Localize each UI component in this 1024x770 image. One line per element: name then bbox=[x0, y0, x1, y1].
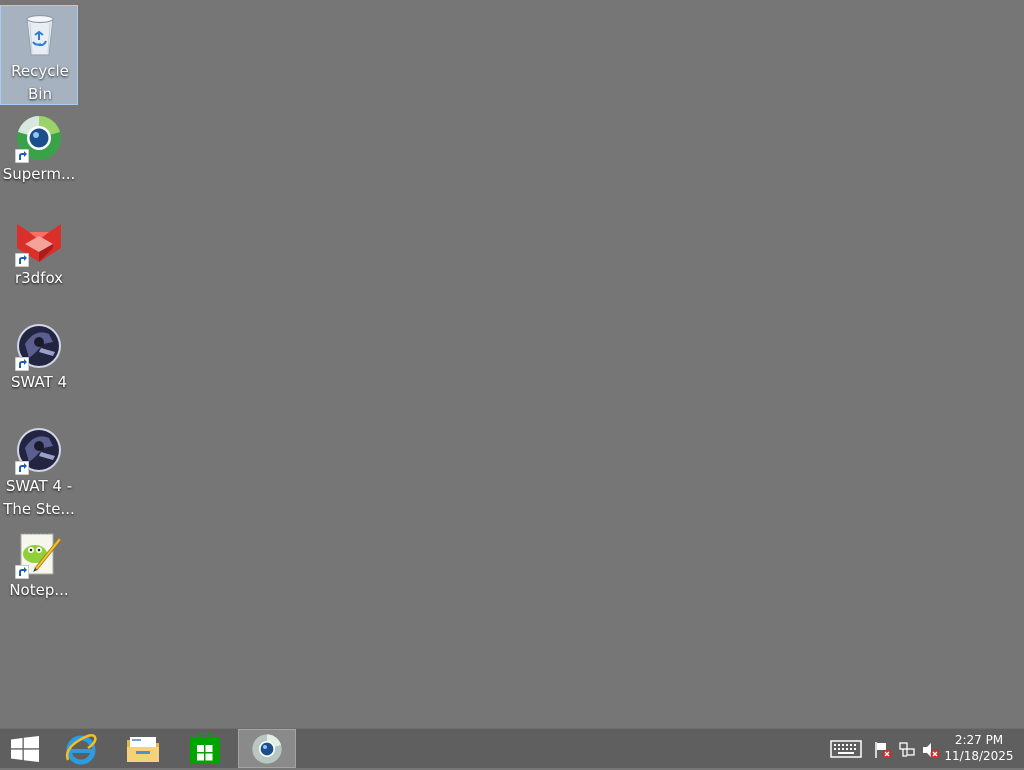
shortcut-arrow-icon bbox=[14, 564, 30, 580]
taskbar-internet-explorer[interactable] bbox=[52, 729, 110, 768]
desktop-icon-label: Recycle Bin bbox=[11, 62, 69, 103]
taskbar: 2:27 PM 11/18/2025 bbox=[0, 728, 1024, 768]
taskbar-store[interactable] bbox=[176, 729, 234, 768]
volume-muted-icon[interactable] bbox=[922, 741, 940, 761]
swat4-icon bbox=[14, 322, 63, 372]
supermium-icon bbox=[14, 114, 63, 164]
windows-logo-icon bbox=[11, 736, 39, 766]
desktop-icon-label: Notep... bbox=[9, 581, 69, 599]
notepad-plus-plus-icon bbox=[14, 530, 63, 580]
desktop-icon-supermium[interactable]: Superm... bbox=[0, 109, 78, 209]
shortcut-arrow-icon bbox=[14, 252, 30, 268]
recycle-bin-icon bbox=[16, 11, 64, 59]
desktop-icon-swat4-stetchkov[interactable]: SWAT 4 - The Ste... bbox=[0, 421, 78, 521]
desktop-icon-label: Superm... bbox=[2, 165, 76, 183]
clock-time: 2:27 PM bbox=[954, 733, 1004, 747]
r3dfox-icon bbox=[14, 218, 63, 268]
network-icon[interactable] bbox=[898, 741, 916, 761]
internet-explorer-icon bbox=[64, 732, 98, 770]
taskbar-file-explorer[interactable] bbox=[114, 729, 172, 768]
desktop[interactable]: Recycle Bin Superm... r3dfox SWAT 4 SWAT… bbox=[0, 0, 1024, 728]
shortcut-arrow-icon bbox=[14, 148, 30, 164]
shortcut-arrow-icon bbox=[14, 356, 30, 372]
desktop-icon-label: SWAT 4 - The Ste... bbox=[3, 477, 75, 518]
file-explorer-icon bbox=[126, 734, 160, 768]
supermium-icon bbox=[251, 733, 283, 769]
desktop-icon-r3dfox[interactable]: r3dfox bbox=[0, 213, 78, 313]
start-button[interactable] bbox=[0, 729, 50, 768]
desktop-icon-recycle-bin[interactable]: Recycle Bin bbox=[0, 5, 78, 105]
clock-date: 11/18/2025 bbox=[944, 749, 1014, 763]
taskbar-supermium[interactable] bbox=[238, 729, 296, 768]
swat4-stetchkov-icon bbox=[14, 426, 63, 476]
shortcut-arrow-icon bbox=[14, 460, 30, 476]
desktop-icon-label: SWAT 4 bbox=[10, 373, 68, 391]
desktop-icon-notepad-plus-plus[interactable]: Notep... bbox=[0, 525, 78, 625]
action-center-flag-icon[interactable] bbox=[874, 741, 892, 761]
desktop-icon-swat4[interactable]: SWAT 4 bbox=[0, 317, 78, 417]
touch-keyboard-icon[interactable] bbox=[830, 740, 862, 760]
desktop-icon-label: r3dfox bbox=[14, 269, 64, 287]
store-icon bbox=[189, 731, 221, 769]
clock[interactable]: 2:27 PM 11/18/2025 bbox=[944, 732, 1014, 764]
